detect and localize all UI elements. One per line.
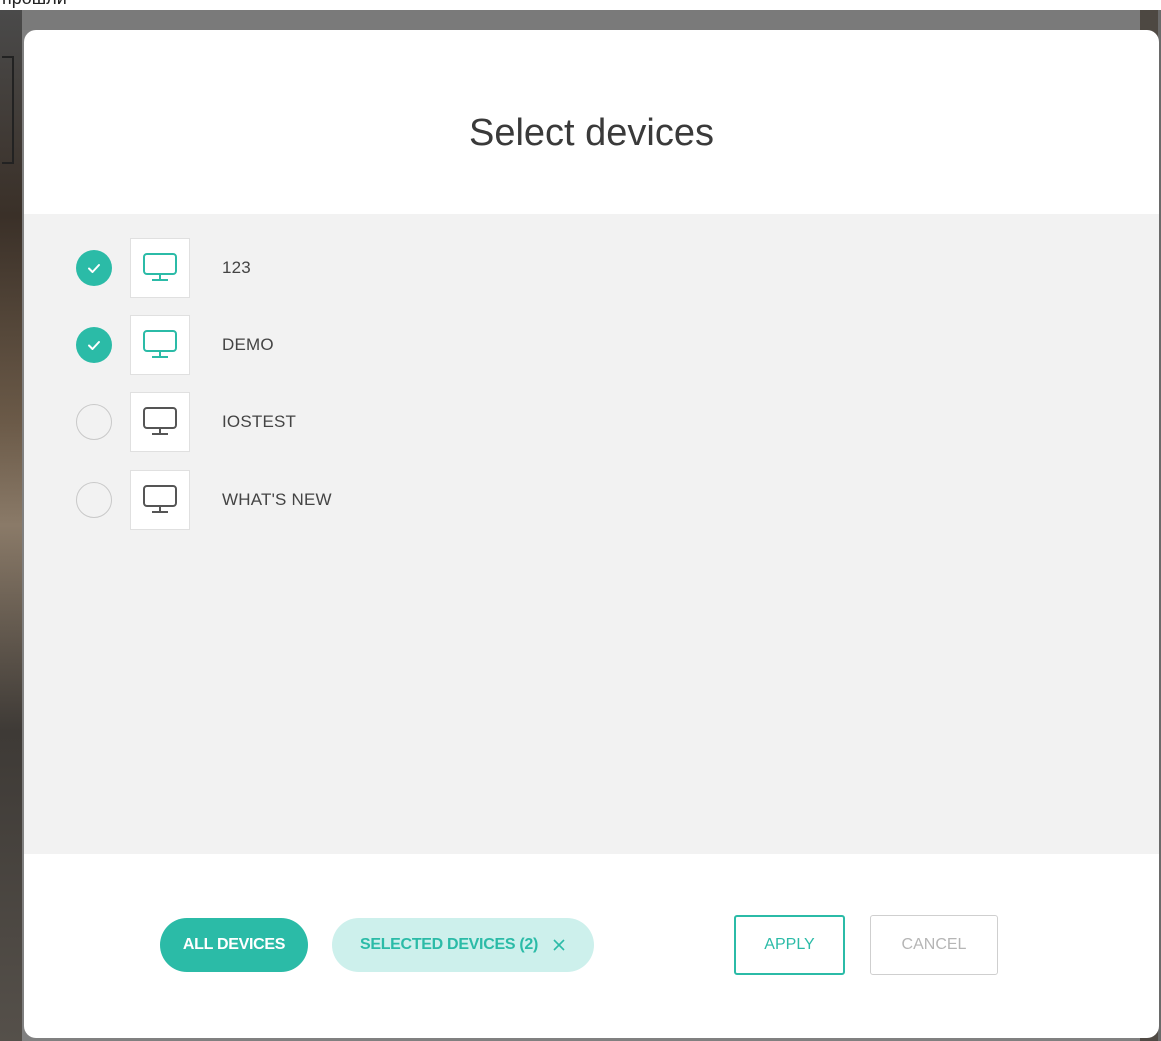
device-icon-box bbox=[130, 392, 190, 452]
monitor-icon bbox=[143, 330, 177, 358]
device-icon-box bbox=[130, 238, 190, 298]
monitor-icon bbox=[143, 407, 177, 435]
all-devices-label: ALL DEVICES bbox=[182, 936, 286, 953]
check-icon bbox=[88, 341, 100, 350]
selected-devices-label: SELECTED DEVICES (2) bbox=[359, 936, 539, 953]
device-name: 123 bbox=[222, 258, 251, 277]
device-row[interactable]: 123 bbox=[76, 238, 251, 298]
apply-button[interactable]: APPLY bbox=[734, 915, 845, 975]
device-checkbox[interactable] bbox=[76, 404, 112, 440]
backdrop-frame bbox=[2, 56, 14, 164]
monitor-icon bbox=[143, 485, 177, 513]
close-icon[interactable] bbox=[552, 938, 566, 952]
background-text: прошли bbox=[2, 0, 67, 9]
device-row[interactable]: WHAT'S NEW bbox=[76, 470, 332, 530]
device-checkbox[interactable] bbox=[76, 482, 112, 518]
selected-devices-chip[interactable]: SELECTED DEVICES (2) bbox=[332, 918, 594, 972]
all-devices-button[interactable]: ALL DEVICES bbox=[160, 918, 308, 972]
device-row[interactable]: DEMO bbox=[76, 315, 274, 375]
check-icon bbox=[88, 264, 100, 273]
device-row[interactable]: IOSTEST bbox=[76, 392, 296, 452]
cancel-button[interactable]: CANCEL bbox=[870, 915, 998, 975]
cancel-label: CANCEL bbox=[901, 936, 967, 953]
select-devices-dialog: Select devices 123 DEMO IOSTEST WHAT'S N… bbox=[24, 30, 1159, 1038]
dialog-title: Select devices bbox=[468, 112, 714, 154]
apply-label: APPLY bbox=[764, 936, 815, 953]
device-checkbox[interactable] bbox=[76, 250, 112, 286]
device-name: DEMO bbox=[222, 335, 274, 354]
device-list: 123 DEMO IOSTEST WHAT'S NEW bbox=[24, 214, 1159, 854]
backdrop-left-edge bbox=[0, 10, 22, 1041]
device-icon-box bbox=[130, 470, 190, 530]
monitor-icon bbox=[143, 253, 177, 281]
device-icon-box bbox=[130, 315, 190, 375]
device-name: WHAT'S NEW bbox=[222, 490, 332, 509]
device-checkbox[interactable] bbox=[76, 327, 112, 363]
device-name: IOSTEST bbox=[222, 412, 297, 431]
